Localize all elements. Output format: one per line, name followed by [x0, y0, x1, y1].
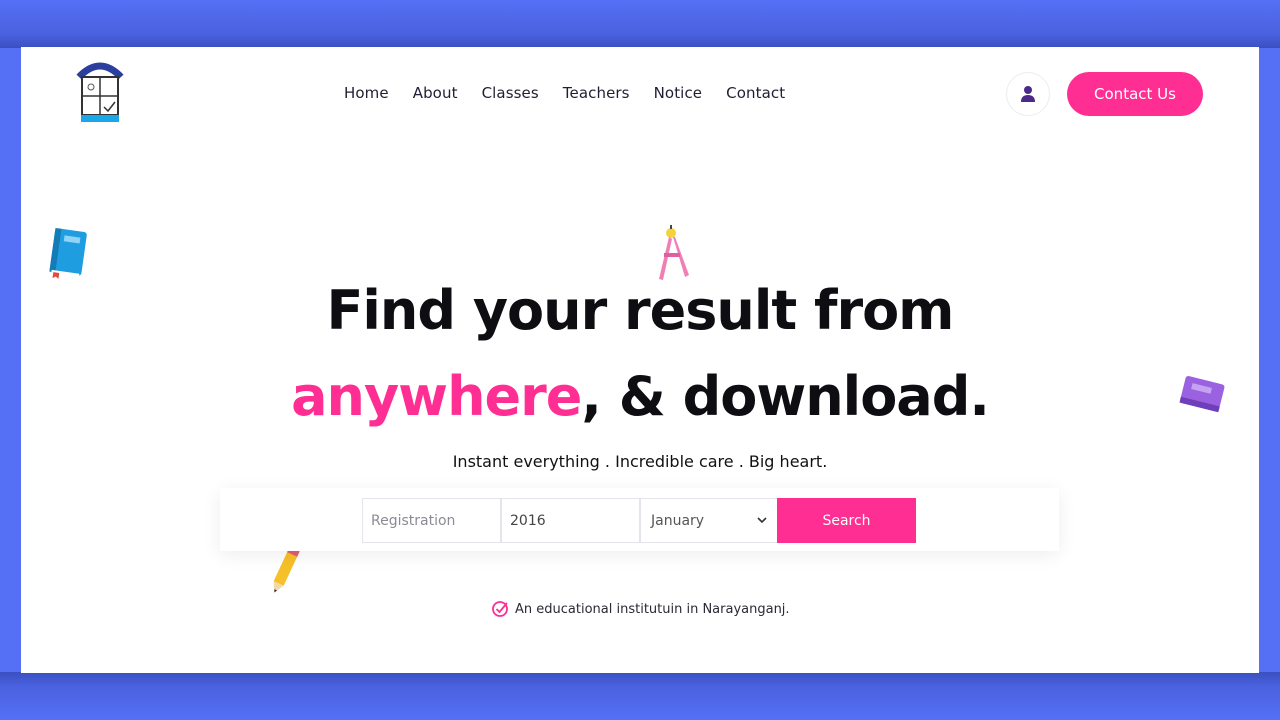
hero-title-line1: Find your result from [326, 279, 955, 342]
chevron-down-icon [757, 517, 767, 524]
user-account-button[interactable] [1006, 72, 1050, 116]
registration-input[interactable] [362, 498, 501, 543]
search-button[interactable]: Search [777, 498, 916, 543]
page: Home About Classes Teachers Notice Conta… [21, 47, 1259, 673]
pencil-icon [273, 546, 300, 593]
user-icon [1021, 86, 1035, 102]
bottom-frame [0, 672, 1280, 720]
nav-notice[interactable]: Notice [654, 84, 703, 102]
compass-icon [659, 225, 689, 280]
month-select[interactable]: January [640, 498, 778, 543]
hero-title-line2: anywhere, & download. [21, 365, 1259, 428]
check-circle-icon [492, 601, 508, 617]
institution-note-text: An educational institutuin in Narayangan… [515, 601, 790, 617]
month-selected-label: January [651, 512, 705, 529]
year-input[interactable] [501, 498, 640, 543]
nav-about[interactable]: About [413, 84, 458, 102]
hero-title-line2-rest: , & download. [581, 365, 990, 428]
nav-contact[interactable]: Contact [726, 84, 785, 102]
main-nav: Home About Classes Teachers Notice Conta… [344, 84, 785, 102]
nav-classes[interactable]: Classes [482, 84, 539, 102]
hero-tagline: Instant everything . Incredible care . B… [452, 452, 828, 471]
nav-home[interactable]: Home [344, 84, 389, 102]
top-frame [0, 0, 1280, 48]
contact-us-button[interactable]: Contact Us [1067, 72, 1203, 116]
blue-book-icon [49, 228, 87, 279]
hero-accent-word: anywhere [291, 365, 582, 428]
school-logo[interactable] [75, 59, 125, 123]
institution-note: An educational institutuin in Narayangan… [491, 600, 790, 618]
nav-teachers[interactable]: Teachers [563, 84, 630, 102]
